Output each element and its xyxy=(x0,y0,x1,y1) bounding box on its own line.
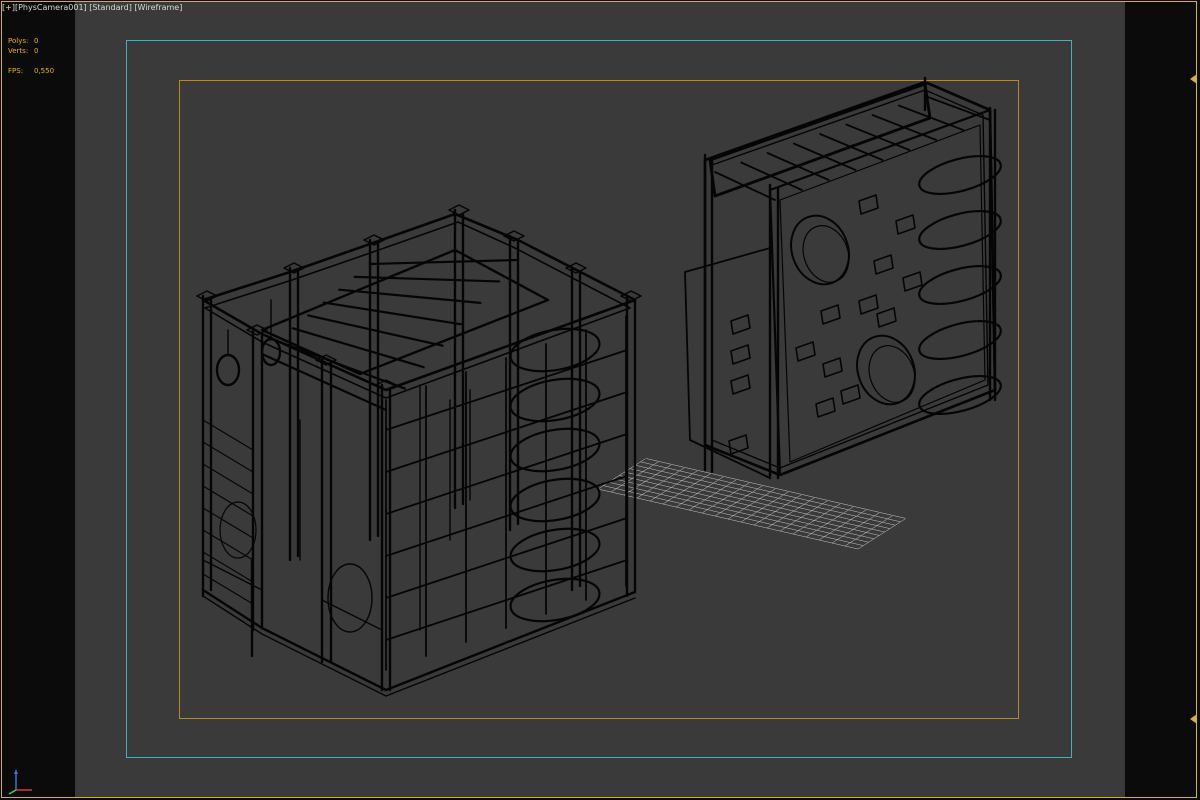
wireframe-scene[interactable] xyxy=(0,0,1200,800)
spiral-ring xyxy=(509,327,601,373)
post-cap xyxy=(620,290,642,302)
grid-line xyxy=(619,475,880,536)
climbing-hold xyxy=(730,374,751,395)
post-cap xyxy=(565,262,587,274)
viewport[interactable]: [+][PhysCamera001] [Standard] [Wireframe… xyxy=(0,0,1200,800)
base-frame xyxy=(201,588,637,692)
climbing-hold xyxy=(858,294,879,315)
tunnel-ring xyxy=(802,225,850,283)
viewport-display-mode-menu[interactable]: [Wireframe] xyxy=(134,3,182,12)
climbing-hold xyxy=(840,384,861,405)
grid-line xyxy=(629,468,890,529)
viewport-shading-menu[interactable]: [Standard] xyxy=(89,3,132,12)
climbing-hold xyxy=(815,397,836,418)
grid-line xyxy=(624,471,885,533)
spiral-ring xyxy=(509,377,601,423)
side-slide xyxy=(684,247,771,479)
monkey-bar xyxy=(307,314,444,347)
climbing-hold xyxy=(822,357,843,378)
viewport-statistics: Polys: 0 Verts: 0 FPS: 0,550 xyxy=(8,36,54,76)
playground-structure-right xyxy=(684,76,1002,480)
grid-line xyxy=(635,464,896,526)
grid-line xyxy=(844,515,893,547)
right-frame xyxy=(703,80,997,477)
monkey-bar xyxy=(368,258,520,266)
viewport-camera-menu[interactable]: [PhysCamera001] xyxy=(15,3,87,12)
monkey-bar xyxy=(353,275,501,283)
climbing-hold xyxy=(858,194,879,215)
monkey-bar xyxy=(338,288,482,304)
monkey-bar xyxy=(291,327,425,369)
top-beam xyxy=(708,82,932,198)
fps-value: 0,550 xyxy=(34,67,55,75)
viewport-plus-menu[interactable]: [+] xyxy=(2,3,15,12)
climbing-hold xyxy=(728,434,749,455)
gym-ring xyxy=(215,353,241,387)
polys-value: 0 xyxy=(34,37,39,45)
spiral-ring xyxy=(918,265,1002,305)
verts-value: 0 xyxy=(34,47,39,55)
base-frame xyxy=(202,595,636,697)
grid-line xyxy=(608,481,869,543)
spiral-ring xyxy=(509,577,601,623)
playground-structure-left xyxy=(196,204,642,697)
climbing-hold xyxy=(730,314,751,335)
top-frame xyxy=(204,221,631,399)
home-grid xyxy=(597,458,906,550)
climbing-hold xyxy=(876,307,897,328)
grid-line xyxy=(857,518,906,550)
climbing-hold xyxy=(820,304,841,325)
climbing-hold xyxy=(895,214,916,235)
climbing-hold xyxy=(873,254,894,275)
grid-line xyxy=(645,458,906,519)
spiral-ring xyxy=(918,320,1002,360)
viewport-label-menu[interactable]: [+][PhysCamera001] [Standard] [Wireframe… xyxy=(2,3,182,12)
tunnel-ring xyxy=(868,345,916,403)
fps-label: FPS: xyxy=(8,67,24,75)
climbing-hold xyxy=(730,344,751,365)
grid-line xyxy=(597,488,859,550)
monkey-bar-rail xyxy=(260,248,550,376)
climbing-hold xyxy=(902,271,923,292)
monkey-bar xyxy=(322,301,463,326)
porthole xyxy=(327,563,373,633)
gym-ring xyxy=(260,337,282,367)
porthole xyxy=(219,501,257,559)
axis-tripod-icon xyxy=(8,769,32,795)
verts-label: Verts: xyxy=(8,47,29,55)
grid-line xyxy=(603,485,864,546)
post-cap xyxy=(448,204,470,216)
spiral-ring xyxy=(918,375,1002,415)
climbing-hold xyxy=(795,341,816,362)
grid-line xyxy=(613,478,874,540)
monkey-bar xyxy=(924,95,991,121)
scroll-up-triangle-icon[interactable] xyxy=(1190,74,1197,84)
polys-label: Polys: xyxy=(8,37,29,45)
scroll-down-triangle-icon[interactable] xyxy=(1190,714,1197,724)
